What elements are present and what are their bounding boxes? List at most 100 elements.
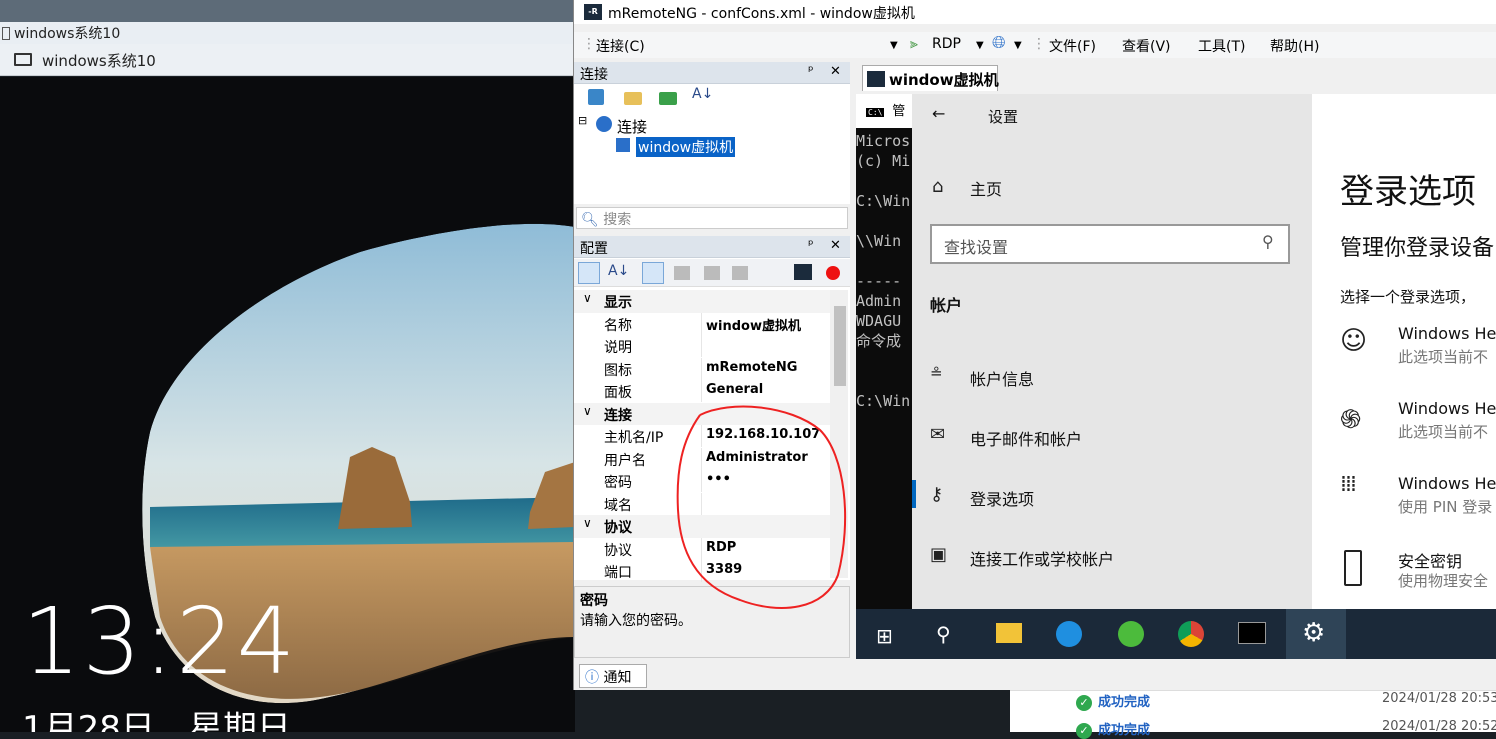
cmd-line: \\Win	[856, 232, 902, 250]
property-key: 端口	[604, 565, 632, 581]
chevron-down-icon[interactable]: ∨	[583, 516, 592, 530]
search-icon: 🔍︎	[581, 212, 599, 228]
page-lead: 选择一个登录选项，	[1340, 288, 1476, 306]
tools-menu[interactable]: 工具(T)	[1198, 36, 1245, 56]
sign-in-options-page: 登录选项 管理你登录设备 选择一个登录选项， ☺ Windows Hel 此选项…	[1312, 94, 1496, 609]
property-key: 说明	[604, 340, 632, 356]
pin-icon[interactable]: ᵖ	[808, 64, 814, 79]
cmd-icon[interactable]	[1238, 622, 1266, 644]
mremoteng-logo-icon: -R	[584, 4, 602, 20]
new-connection-icon[interactable]	[588, 89, 604, 105]
connect-dropdown-arrow-icon[interactable]: ▼	[890, 40, 898, 51]
property-row[interactable]: 说明	[574, 335, 830, 358]
sort-az-icon[interactable]: A↓	[608, 263, 629, 279]
chrome-icon[interactable]	[1178, 621, 1204, 647]
pin-icon[interactable]: ᵖ	[808, 238, 814, 253]
view-tree-icon[interactable]	[659, 92, 677, 105]
option-fingerprint-name[interactable]: Windows Hel	[1398, 399, 1496, 418]
search-input[interactable]: 🔍︎ 搜索	[576, 207, 848, 229]
rdp-protocol-selector[interactable]: RDP	[932, 36, 961, 52]
property-row[interactable]: 名称 window虚拟机	[574, 312, 830, 336]
config-panel-title: 配置	[580, 241, 608, 257]
status-row[interactable]: ✓ 成功完成	[1076, 719, 1150, 739]
option-pin-name[interactable]: Windows Hel	[1398, 474, 1496, 493]
gear-icon[interactable]: ⚙	[1302, 618, 1325, 648]
rdp-play-icon: ⫸	[910, 36, 918, 52]
chevron-down-icon[interactable]: ∨	[583, 291, 592, 305]
config-panel-header: 配置 ᵖ ✕	[574, 236, 850, 258]
tree-item-window-vm[interactable]: window虚拟机	[636, 137, 736, 157]
property-value[interactable]: window虚拟机	[706, 315, 801, 334]
categorized-view-icon[interactable]	[578, 262, 600, 284]
notifications-tab[interactable]: ⓘ 通知	[579, 664, 647, 688]
nav-email-accounts[interactable]: 电子邮件和帐户	[970, 426, 1082, 450]
view-menu[interactable]: 查看(V)	[1122, 36, 1171, 56]
nav-account-info[interactable]: 帐户信息	[970, 366, 1034, 390]
property-key: 用户名	[604, 452, 646, 469]
check-icon: ✓	[1076, 723, 1092, 739]
vm-lock-screen[interactable]: 13:24 1月28日，星期日	[0, 77, 575, 732]
scrollbar-thumb[interactable]	[834, 306, 846, 386]
remote-session-tab[interactable]: window虚拟机	[862, 65, 999, 91]
property-category[interactable]: ∨ 显示	[574, 290, 830, 313]
status-row[interactable]: ✓ 成功完成	[1076, 691, 1150, 711]
active-indicator	[912, 480, 916, 508]
sort-az-icon[interactable]: A↓	[692, 86, 713, 102]
nav-work-school[interactable]: 连接工作或学校帐户	[970, 546, 1114, 570]
property-key: 名称	[604, 317, 632, 334]
property-key: 协议	[604, 542, 632, 559]
property-row[interactable]: 图标 mRemoteNG	[574, 357, 830, 381]
cmd-line	[856, 371, 916, 391]
settings-search-input[interactable]: 查找设置 ⚲	[930, 224, 1290, 264]
home-link[interactable]: 主页	[970, 176, 1002, 200]
chevron-down-icon[interactable]: ∨	[583, 404, 592, 418]
fingerprint-icon: ֍	[1340, 405, 1362, 435]
close-icon[interactable]: ✕	[830, 238, 841, 253]
record-icon[interactable]	[826, 266, 840, 280]
property-value[interactable]: mRemoteNG	[706, 360, 797, 375]
lock-time: 13:24	[22, 588, 298, 695]
cmd-line: WDAGU	[856, 312, 902, 330]
remote-desktop-view[interactable]: C:\ 管 Micros (c) Mi C:\Win \\Win ----- Admin W…	[856, 94, 1496, 659]
tree-root-label[interactable]: 连接	[617, 116, 647, 137]
cmd-line	[856, 251, 916, 271]
close-icon[interactable]: ✕	[830, 64, 841, 79]
vm-tab[interactable]: windows系统10	[0, 44, 575, 76]
page-title: 登录选项	[1340, 172, 1476, 212]
inheritance-icon[interactable]	[704, 266, 720, 280]
globe-icon[interactable]: 🌐︎	[992, 33, 1006, 53]
tree-collapse-icon[interactable]: ⊟	[578, 114, 587, 127]
properties-view-icon[interactable]	[642, 262, 664, 284]
back-arrow-icon[interactable]: ←	[932, 104, 945, 123]
cmd-title: 管	[892, 104, 906, 119]
option-face-name[interactable]: Windows Hel	[1398, 324, 1496, 343]
default-inheritance-icon[interactable]	[674, 266, 690, 280]
file-explorer-icon[interactable]	[996, 623, 1022, 643]
search-icon[interactable]: ⚲	[936, 622, 951, 646]
config-toolbar: A↓	[574, 259, 850, 287]
property-divider	[701, 335, 702, 357]
nav-sign-in-options[interactable]: 登录选项	[970, 486, 1034, 510]
cmd-line: C:\Win	[856, 192, 911, 210]
new-folder-icon[interactable]	[624, 92, 642, 105]
windows-start-icon[interactable]: ⊞	[876, 624, 893, 648]
option-pin-sub: 使用 PIN 登录	[1398, 498, 1493, 516]
rdp-dropdown-arrow-icon[interactable]: ▼	[976, 40, 984, 51]
check-icon: ✓	[1076, 695, 1092, 711]
property-divider	[701, 357, 702, 380]
property-key: 连接	[604, 407, 632, 424]
file-menu[interactable]: 文件(F)	[1049, 36, 1096, 56]
help-menu[interactable]: 帮助(H)	[1270, 36, 1319, 56]
host-status-icon[interactable]	[794, 264, 812, 280]
property-value[interactable]: General	[706, 382, 763, 397]
cmd-line: (c) Mi	[856, 152, 911, 170]
globe-dropdown-arrow-icon[interactable]: ▼	[1014, 40, 1022, 51]
icon-selector-icon[interactable]	[732, 266, 748, 280]
cmd-line	[856, 171, 916, 191]
ie-browser-icon[interactable]	[1056, 621, 1082, 647]
360-browser-icon[interactable]	[1118, 621, 1144, 647]
property-key: 主机名/IP	[604, 430, 664, 446]
connect-menu[interactable]: 连接(C)	[596, 36, 645, 56]
vm-tab-label: windows系统10	[42, 52, 156, 70]
option-security-key-name[interactable]: 安全密钥	[1398, 548, 1462, 572]
